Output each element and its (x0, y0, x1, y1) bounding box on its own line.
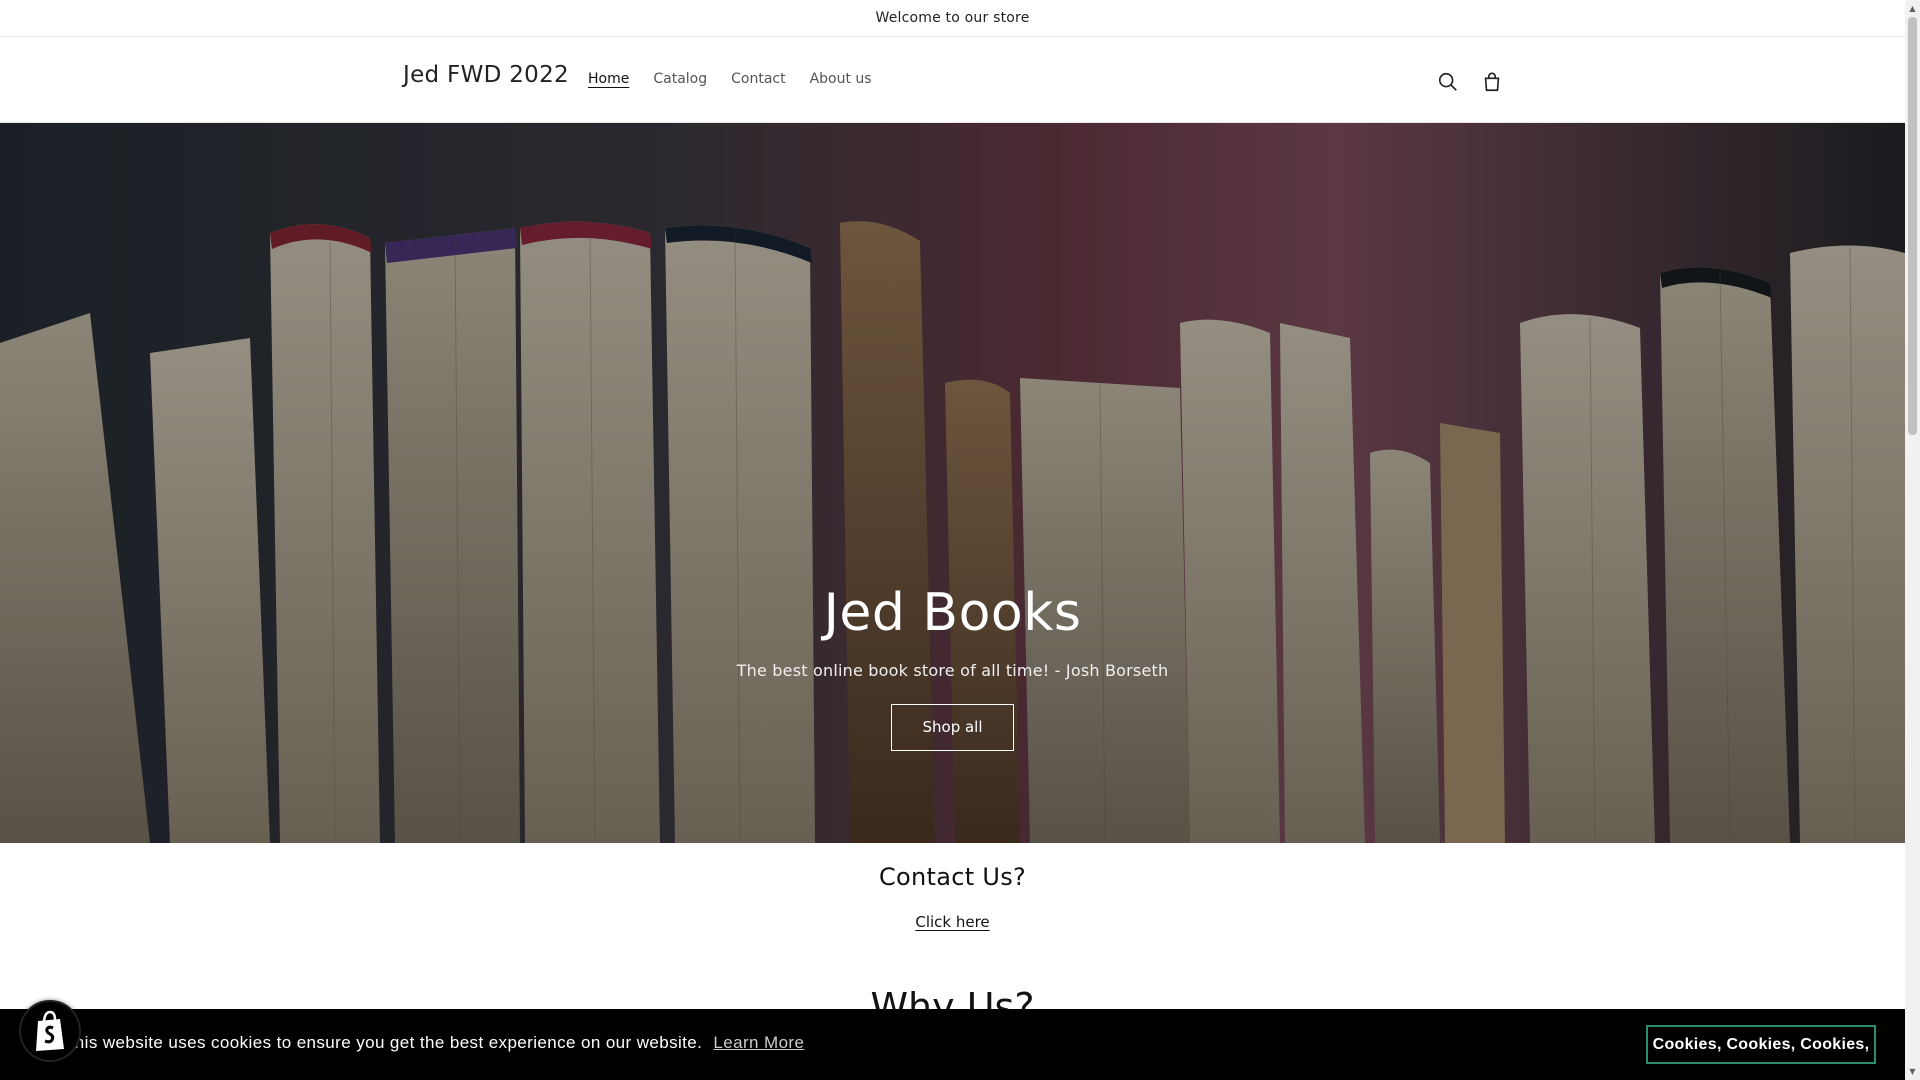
nav-catalog[interactable]: Catalog (641, 71, 719, 87)
cookie-learn-more-link[interactable]: Learn More (713, 1033, 804, 1052)
site-logo[interactable]: Jed FWD 2022 (403, 62, 569, 88)
hero-title: Jed Books (823, 583, 1082, 643)
shopify-badge[interactable] (19, 1000, 81, 1062)
cookie-message: This website uses cookies to ensure you … (64, 1033, 804, 1053)
hero-subtitle: The best online book store of all time! … (736, 661, 1169, 680)
nav-home[interactable]: Home (576, 71, 641, 87)
search-button[interactable] (1428, 62, 1468, 102)
vertical-scrollbar[interactable]: ▲ ▼ (1905, 0, 1920, 1080)
scroll-down-arrow-icon[interactable]: ▼ (1905, 1063, 1920, 1080)
shop-all-button[interactable]: Shop all (891, 704, 1014, 751)
cart-button[interactable] (1472, 62, 1512, 102)
nav-contact[interactable]: Contact (719, 71, 797, 87)
cookie-message-text: This website uses cookies to ensure you … (64, 1033, 703, 1052)
shopify-bag-icon (36, 1010, 64, 1051)
storefront-page: Welcome to our store Jed FWD 2022 Home C… (0, 0, 1905, 1080)
announcement-text: Welcome to our store (875, 10, 1030, 26)
nav-about-us[interactable]: About us (798, 71, 884, 87)
scroll-up-arrow-icon[interactable]: ▲ (1905, 0, 1920, 17)
cookie-accept-button[interactable]: Cookies, Cookies, Cookies, (1646, 1025, 1876, 1064)
hero-banner: Jed Books The best online book store of … (0, 123, 1905, 843)
announcement-bar: Welcome to our store (0, 0, 1905, 37)
contact-section: Contact Us? Click here (0, 843, 1905, 931)
cart-icon (1484, 72, 1500, 92)
main-nav: Home Catalog Contact About us (576, 71, 884, 87)
contact-title: Contact Us? (878, 863, 1027, 891)
contact-click-here-link[interactable]: Click here (915, 913, 989, 931)
hero-content: Jed Books The best online book store of … (0, 583, 1905, 751)
search-icon (1438, 72, 1457, 91)
cookie-banner: This website uses cookies to ensure you … (0, 1009, 1905, 1080)
site-header: Jed FWD 2022 Home Catalog Contact About … (0, 37, 1905, 123)
scrollbar-thumb[interactable] (1908, 17, 1917, 435)
